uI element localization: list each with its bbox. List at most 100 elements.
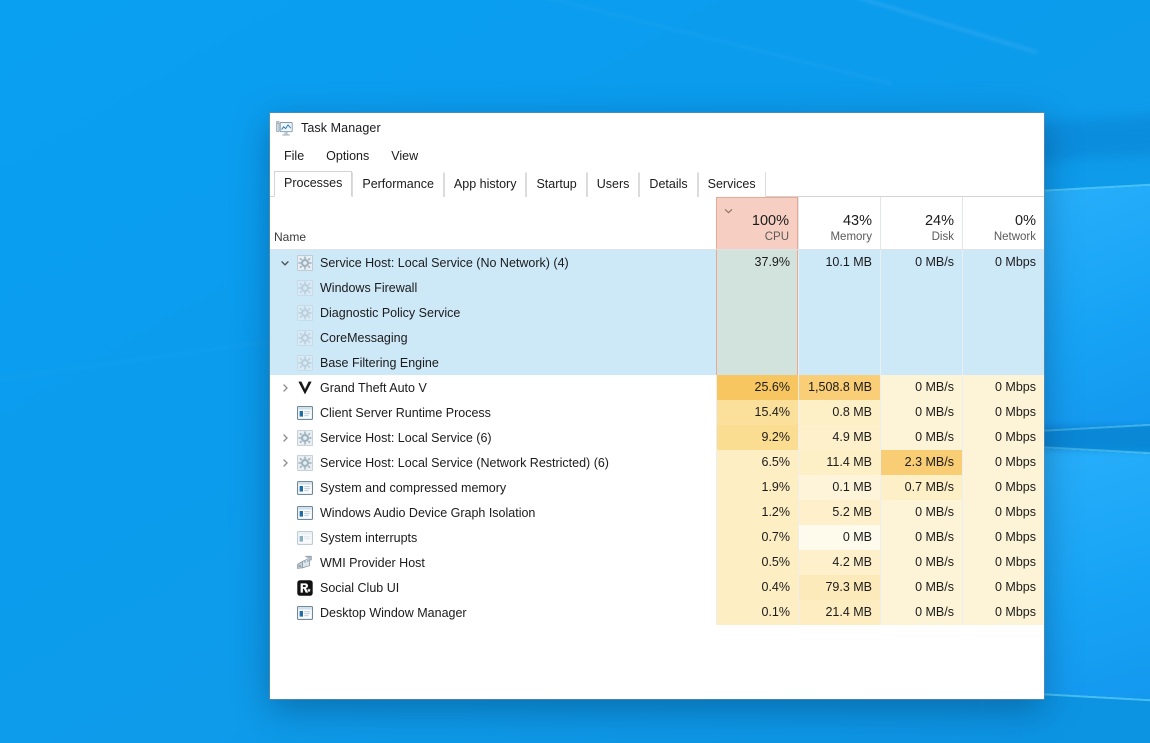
- window-icon-faded: [296, 529, 313, 546]
- table-row[interactable]: Service Host: Local Service (6) 9.2% 4.9 M…: [270, 425, 1044, 450]
- disk-value: 0 MB/s: [880, 600, 962, 625]
- cpu-value: 9.2%: [716, 425, 798, 450]
- wallpaper-streak: [387, 0, 893, 85]
- window-title: Task Manager: [301, 121, 381, 135]
- process-name-cell: Grand Theft Auto V: [270, 379, 716, 396]
- chevron-right-icon[interactable]: [274, 458, 296, 468]
- process-name-cell: Desktop Window Manager: [270, 604, 716, 621]
- column-header-row: Name 100% CPU 43% Memory 24% Disk 0% Net…: [270, 197, 1044, 250]
- disk-value: 0 MB/s: [880, 375, 962, 400]
- gear-icon: [296, 304, 313, 321]
- disk-value: 0 MB/s: [880, 425, 962, 450]
- menu-bar: File Options View: [270, 143, 1044, 170]
- memory-value: 10.1 MB: [798, 250, 880, 275]
- process-name-cell: Diagnostic Policy Service: [270, 304, 716, 321]
- column-header-memory-value: 43%: [842, 213, 872, 229]
- memory-value: 0.8 MB: [798, 400, 880, 425]
- disk-value: 0 MB/s: [880, 550, 962, 575]
- menu-item-file[interactable]: File: [280, 146, 314, 167]
- window-icon: [296, 504, 313, 521]
- disk-value: 0 MB/s: [880, 400, 962, 425]
- process-name-label: Client Server Runtime Process: [320, 405, 491, 420]
- gta-v-icon: [296, 379, 313, 396]
- cpu-value: 0.5%: [716, 550, 798, 575]
- column-header-memory-label: Memory: [830, 231, 872, 243]
- cpu-value: 0.4%: [716, 575, 798, 600]
- column-header-memory[interactable]: 43% Memory: [798, 197, 880, 249]
- chevron-down-icon[interactable]: [274, 258, 296, 268]
- process-name-cell: Client Server Runtime Process: [270, 404, 716, 421]
- tab-processes[interactable]: Processes: [274, 171, 353, 197]
- sort-descending-icon: [724, 208, 733, 214]
- table-row[interactable]: System and compressed memory 1.9% 0.1 MB 0.…: [270, 475, 1044, 500]
- cpu-value: 6.5%: [716, 450, 798, 475]
- process-name-cell: Social Club UI: [270, 579, 716, 596]
- network-value: 0 Mbps: [962, 475, 1044, 500]
- column-header-cpu-value: 100%: [751, 213, 789, 229]
- table-row[interactable]: Service Host: Local Service (Network Res…: [270, 450, 1044, 475]
- table-row[interactable]: Social Club UI 0.4% 79.3 MB 0 MB/s 0 Mbps: [270, 575, 1044, 600]
- disk-value: 2.3 MB/s: [880, 450, 962, 475]
- cpu-value: [716, 275, 798, 300]
- tab-performance[interactable]: Performance: [352, 172, 444, 197]
- menu-item-options[interactable]: Options: [322, 146, 379, 167]
- chevron-right-icon[interactable]: [274, 433, 296, 443]
- cpu-value: 25.6%: [716, 375, 798, 400]
- gear-icon: [296, 329, 313, 346]
- task-manager-icon: [276, 120, 293, 137]
- network-value: 0 Mbps: [962, 575, 1044, 600]
- network-value: [962, 275, 1044, 300]
- gear-icon: [296, 454, 313, 471]
- column-header-network[interactable]: 0% Network: [962, 197, 1044, 249]
- column-header-cpu[interactable]: 100% CPU: [716, 197, 798, 249]
- memory-value: 79.3 MB: [798, 575, 880, 600]
- cpu-value: 15.4%: [716, 400, 798, 425]
- gear-icon: [296, 354, 313, 371]
- table-row[interactable]: Windows Audio Device Graph Isolation 1.2%…: [270, 500, 1044, 525]
- process-name-label: System and compressed memory: [320, 480, 507, 495]
- table-row[interactable]: CoreMessaging: [270, 325, 1044, 350]
- table-row[interactable]: Diagnostic Policy Service: [270, 300, 1044, 325]
- memory-value: 11.4 MB: [798, 450, 880, 475]
- disk-value: [880, 325, 962, 350]
- column-header-cpu-label: CPU: [764, 231, 789, 243]
- window-icon: [296, 404, 313, 421]
- table-row[interactable]: Desktop Window Manager 0.1% 21.4 MB 0 MB/s 0…: [270, 600, 1044, 625]
- task-manager-window: Task Manager File Options View Processes…: [270, 113, 1044, 699]
- network-value: [962, 300, 1044, 325]
- table-row[interactable]: Windows Firewall: [270, 275, 1044, 300]
- process-name-cell: CoreMessaging: [270, 329, 716, 346]
- chevron-right-icon[interactable]: [274, 383, 296, 393]
- table-row[interactable]: Base Filtering Engine: [270, 350, 1044, 375]
- process-name-cell: System interrupts: [270, 529, 716, 546]
- network-value: 0 Mbps: [962, 250, 1044, 275]
- process-name-label: Service Host: Local Service (6): [320, 430, 492, 445]
- gear-icon: [296, 254, 313, 271]
- column-header-name[interactable]: Name: [270, 197, 716, 249]
- tab-app-history[interactable]: App history: [443, 172, 527, 197]
- column-header-disk[interactable]: 24% Disk: [880, 197, 962, 249]
- network-value: 0 Mbps: [962, 550, 1044, 575]
- table-row[interactable]: WMI Provider Host 0.5% 4.2 MB 0 MB/s 0 Mbps: [270, 550, 1044, 575]
- disk-value: [880, 275, 962, 300]
- network-value: [962, 350, 1044, 375]
- tab-services[interactable]: Services: [697, 172, 766, 197]
- menu-item-view[interactable]: View: [387, 146, 428, 167]
- process-name-label: Windows Audio Device Graph Isolation: [320, 505, 536, 520]
- table-row[interactable]: Grand Theft Auto V 25.6% 1,508.8 MB 0 MB/s 0…: [270, 375, 1044, 400]
- window-icon: [296, 604, 313, 621]
- process-name-label: WMI Provider Host: [320, 555, 425, 570]
- tab-startup[interactable]: Startup: [526, 172, 587, 197]
- table-row[interactable]: Client Server Runtime Process 15.4% 0.8 MB…: [270, 400, 1044, 425]
- table-row[interactable]: Service Host: Local Service (No Network)…: [270, 250, 1044, 275]
- tab-details[interactable]: Details: [639, 172, 698, 197]
- tab-users[interactable]: Users: [586, 172, 640, 197]
- title-bar: Task Manager: [270, 113, 1044, 143]
- table-row[interactable]: System interrupts 0.7% 0 MB 0 MB/s 0 Mbps: [270, 525, 1044, 550]
- process-list[interactable]: Service Host: Local Service (No Network)…: [270, 250, 1044, 625]
- network-value: 0 Mbps: [962, 525, 1044, 550]
- process-name-cell: Service Host: Local Service (Network Res…: [270, 454, 716, 471]
- cpu-value: [716, 325, 798, 350]
- process-name-cell: WMI Provider Host: [270, 554, 716, 571]
- process-name-cell: Service Host: Local Service (6): [270, 429, 716, 446]
